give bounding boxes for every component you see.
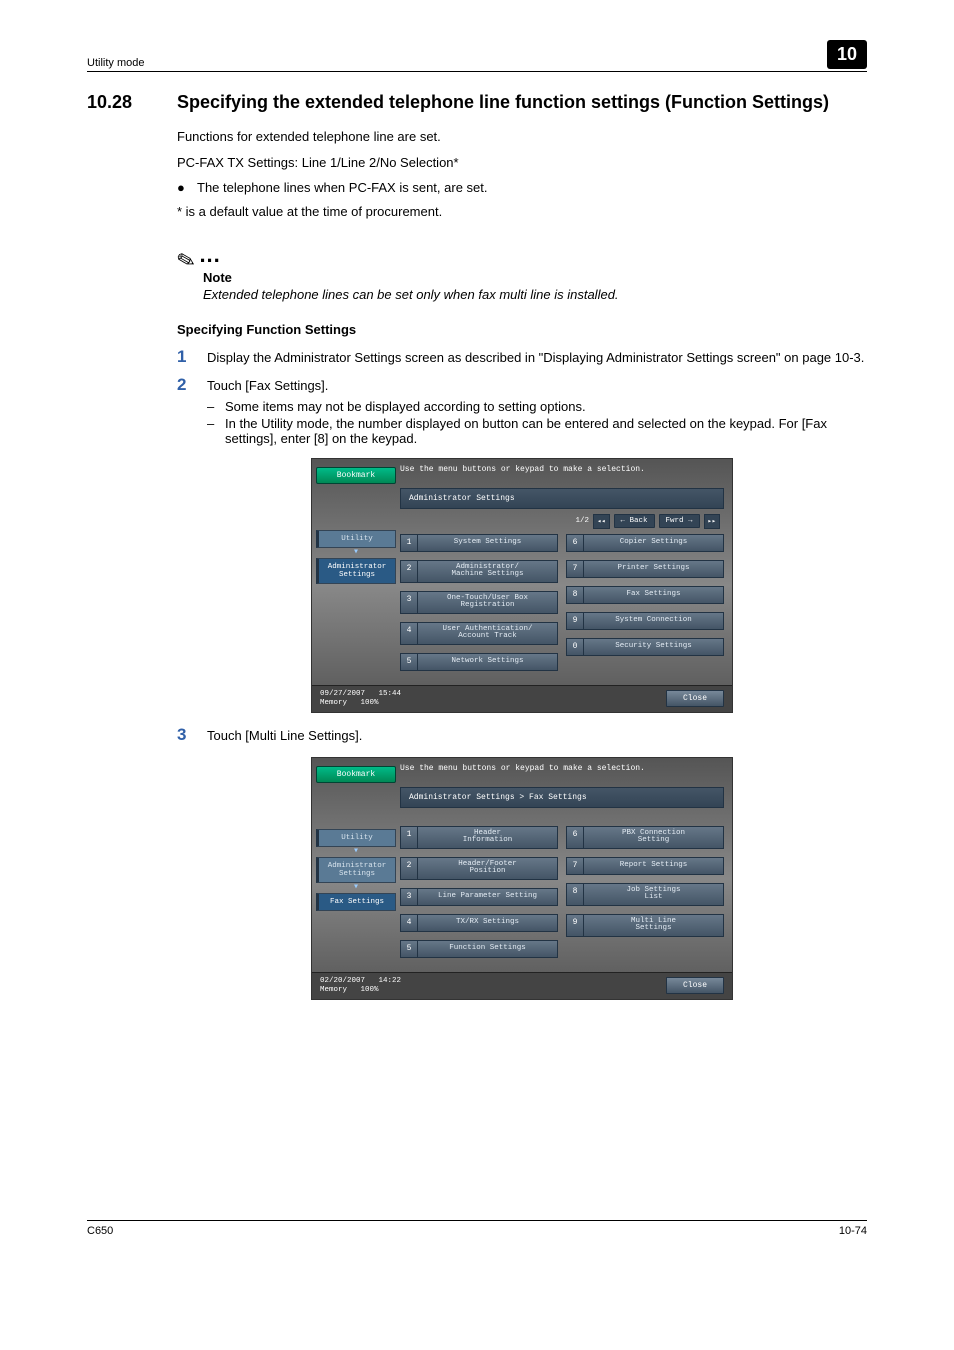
- step-number: 1: [177, 347, 207, 367]
- menu-onetouch-userbox[interactable]: 3One-Touch/User Box Registration: [400, 591, 558, 614]
- section-number: 10.28: [87, 92, 177, 113]
- menu-network-settings[interactable]: 5Network Settings: [400, 653, 558, 671]
- step-number: 2: [177, 375, 207, 395]
- crumb-utility[interactable]: Utility: [316, 829, 396, 847]
- section-heading: 10.28 Specifying the extended telephone …: [87, 92, 867, 113]
- menu-txrx-settings[interactable]: 4TX/RX Settings: [400, 914, 558, 932]
- menu-system-connection[interactable]: 9System Connection: [566, 612, 724, 630]
- chapter-badge: 10: [827, 40, 867, 69]
- admin-settings-screen: Bookmark Utility ▾ Administrator Setting…: [311, 458, 733, 713]
- bookmark-tab[interactable]: Bookmark: [316, 467, 396, 484]
- fax-settings-screen: Bookmark Utility ▾ Administrator Setting…: [311, 757, 733, 1000]
- ui-pager: 1/2 ◂◂ ← Back Fwrd → ▸▸: [400, 511, 724, 532]
- ui-title: Administrator Settings > Fax Settings: [400, 787, 724, 808]
- dash-icon: –: [207, 399, 225, 414]
- step2-text: Touch [Fax Settings].: [207, 375, 867, 395]
- arrow-down-icon: ▾: [316, 550, 396, 556]
- step2-dash1: – Some items may not be displayed accord…: [207, 399, 867, 414]
- note-label: Note: [203, 270, 867, 285]
- pager-first-icon[interactable]: ◂◂: [593, 514, 609, 529]
- intro-p2: PC-FAX TX Settings: Line 1/Line 2/No Sel…: [177, 154, 867, 172]
- intro-bullet: ● The telephone lines when PC-FAX is sen…: [177, 180, 867, 195]
- crumb-admin-settings[interactable]: Administrator Settings: [316, 558, 396, 584]
- footer-right: 10-74: [839, 1225, 867, 1237]
- ui-instruction: Use the menu buttons or keypad to make a…: [400, 764, 724, 773]
- menu-multi-line-settings[interactable]: 9Multi Line Settings: [566, 914, 724, 937]
- menu-security-settings[interactable]: 0Security Settings: [566, 638, 724, 656]
- menu-printer-settings[interactable]: 7Printer Settings: [566, 560, 724, 578]
- menu-system-settings[interactable]: 1System Settings: [400, 534, 558, 552]
- arrow-down-icon: ▾: [316, 885, 396, 891]
- header-left: Utility mode: [87, 57, 144, 69]
- menu-line-parameter[interactable]: 3Line Parameter Setting: [400, 888, 558, 906]
- close-button[interactable]: Close: [666, 690, 724, 707]
- crumb-admin-settings[interactable]: Administrator Settings: [316, 857, 396, 883]
- footer-left: C650: [87, 1225, 113, 1237]
- menu-admin-machine[interactable]: 2Administrator/ Machine Settings: [400, 560, 558, 583]
- intro-p1: Functions for extended telephone line ar…: [177, 128, 867, 146]
- intro-p3: * is a default value at the time of proc…: [177, 203, 867, 221]
- ui-footer-status: 09/27/2007 15:44 Memory 100%: [320, 690, 401, 708]
- page-footer: C650 10-74: [87, 1220, 867, 1237]
- close-button[interactable]: Close: [666, 977, 724, 994]
- page-header: Utility mode 10: [87, 40, 867, 72]
- ui-footer-status: 02/20/2007 14:22 Memory 100%: [320, 977, 401, 995]
- menu-report-settings[interactable]: 7Report Settings: [566, 857, 724, 875]
- bookmark-tab[interactable]: Bookmark: [316, 766, 396, 783]
- step3-text: Touch [Multi Line Settings].: [207, 725, 867, 745]
- arrow-down-icon: ▾: [316, 849, 396, 855]
- menu-pbx-connection[interactable]: 6PBX Connection Setting: [566, 826, 724, 849]
- menu-header-info[interactable]: 1Header Information: [400, 826, 558, 849]
- ui-instruction: Use the menu buttons or keypad to make a…: [400, 465, 724, 474]
- crumb-utility[interactable]: Utility: [316, 530, 396, 548]
- step1-text: Display the Administrator Settings scree…: [207, 347, 867, 367]
- menu-job-settings-list[interactable]: 8Job Settings List: [566, 883, 724, 906]
- dots-icon: ...: [199, 242, 220, 267]
- step-3: 3 Touch [Multi Line Settings].: [177, 725, 867, 745]
- menu-function-settings[interactable]: 5Function Settings: [400, 940, 558, 958]
- menu-header-footer-pos[interactable]: 2Header/Footer Position: [400, 857, 558, 880]
- section-title: Specifying the extended telephone line f…: [177, 92, 867, 113]
- ui-title: Administrator Settings: [400, 488, 724, 509]
- step2-dash2: – In the Utility mode, the number displa…: [207, 416, 867, 446]
- pager-fwd-button[interactable]: Fwrd →: [659, 514, 700, 528]
- menu-copier-settings[interactable]: 6Copier Settings: [566, 534, 724, 552]
- menu-user-auth[interactable]: 4User Authentication/ Account Track: [400, 622, 558, 645]
- pager-back-button[interactable]: ← Back: [614, 514, 655, 528]
- page-indicator: 1/2: [576, 517, 590, 525]
- note-text: Extended telephone lines can be set only…: [203, 287, 867, 302]
- intro-b1: The telephone lines when PC-FAX is sent,…: [197, 180, 867, 195]
- pen-icon: ✎: [174, 246, 199, 276]
- subheading: Specifying Function Settings: [177, 322, 867, 337]
- step-number: 3: [177, 725, 207, 745]
- note-block: ✎... Note Extended telephone lines can b…: [177, 242, 867, 302]
- bullet-icon: ●: [177, 180, 197, 195]
- crumb-fax-settings[interactable]: Fax Settings: [316, 893, 396, 911]
- step-1: 1 Display the Administrator Settings scr…: [177, 347, 867, 367]
- menu-fax-settings[interactable]: 8Fax Settings: [566, 586, 724, 604]
- dash-icon: –: [207, 416, 225, 446]
- step-2: 2 Touch [Fax Settings].: [177, 375, 867, 395]
- pager-last-icon[interactable]: ▸▸: [704, 514, 720, 529]
